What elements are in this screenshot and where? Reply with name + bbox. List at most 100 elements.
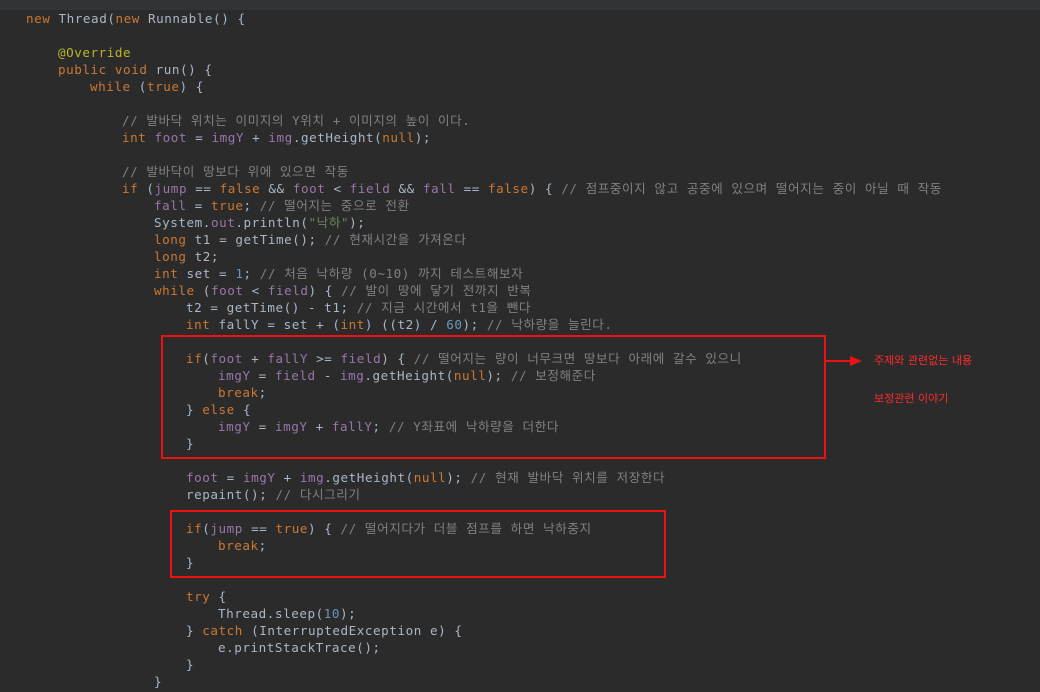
code-token: catch — [202, 623, 252, 638]
code-token: imgY — [242, 470, 276, 485]
code-token: } — [186, 623, 203, 638]
code-token: ( — [315, 606, 324, 621]
code-token: Runnable() { — [148, 11, 246, 26]
code-line[interactable]: new Thread(new Runnable() { — [26, 10, 246, 27]
code-token: out — [210, 215, 236, 230]
code-line[interactable]: System.out.println("낙하"); — [154, 214, 365, 231]
code-line[interactable]: public void run() { — [58, 61, 213, 78]
code-line[interactable]: } catch (InterruptedException e) { — [186, 622, 463, 639]
code-token: ); — [340, 606, 357, 621]
code-token: == — [187, 181, 220, 196]
code-line[interactable]: // 발바닥 위치는 이미지의 Y위치 + 이미지의 높이 이다. — [122, 112, 470, 129]
code-line[interactable]: if (jump == false && foot < field && fal… — [122, 180, 942, 197]
code-token: // 발이 땅에 닿기 전까지 반복 — [341, 283, 532, 298]
code-token: } — [154, 674, 163, 689]
code-token: long — [154, 232, 195, 247]
highlight-box-double-jump — [170, 510, 666, 578]
code-token: foot — [292, 181, 326, 196]
code-token: fallY = set + ( — [218, 317, 341, 332]
code-token: // 발바닥 위치는 이미지의 Y위치 + 이미지의 높이 이다. — [122, 113, 471, 128]
code-token: ( — [202, 283, 211, 298]
code-token: @Override — [58, 45, 132, 60]
code-token: t1 = getTime(); — [194, 232, 325, 247]
code-token: ); — [349, 215, 366, 230]
code-token: true — [146, 79, 180, 94]
code-token: int — [122, 130, 155, 145]
code-token: repaint(); — [186, 487, 276, 502]
code-token: = — [187, 130, 212, 145]
code-token: fall — [154, 198, 187, 213]
code-line[interactable]: while (foot < field) { // 발이 땅에 닿기 전까지 반… — [154, 282, 532, 299]
code-token: int — [154, 266, 187, 281]
code-token: // 다시그리기 — [275, 487, 361, 502]
code-line[interactable]: @Override — [58, 44, 131, 61]
code-line[interactable]: try { — [186, 588, 227, 605]
code-token: set = — [186, 266, 236, 281]
code-token: Thread( — [58, 11, 116, 26]
code-token: && — [390, 181, 423, 196]
code-line[interactable]: long t1 = getTime(); // 현재시간을 가져온다 — [154, 231, 467, 248]
code-line[interactable]: fall = true; // 떨어지는 중으로 전환 — [154, 197, 410, 214]
code-token: == — [455, 181, 489, 196]
code-line[interactable]: int foot = imgY + img.getHeight(null); — [122, 129, 431, 146]
code-token: // 처음 낙하량 (0~10) 까지 테스트해보자 — [259, 266, 524, 281]
annotation-arrow-icon — [826, 356, 862, 366]
code-token: // 발바닥이 땅보다 위에 있으면 작동 — [122, 164, 349, 179]
code-token: run() { — [155, 62, 213, 77]
code-token: int — [340, 317, 365, 332]
code-token: e.printStackTrace(); — [218, 640, 381, 655]
code-token: if — [122, 181, 147, 196]
code-token: new — [26, 11, 59, 26]
code-token: ; — [243, 266, 260, 281]
code-token: + — [244, 130, 269, 145]
code-token: .println( — [235, 215, 309, 230]
code-token: < — [243, 283, 268, 298]
code-token: long — [154, 249, 195, 264]
code-token: false — [488, 181, 529, 196]
code-token: field — [349, 181, 391, 196]
code-token: = — [186, 198, 211, 213]
code-token: ) { — [179, 79, 204, 94]
code-token: Thread. — [218, 606, 275, 621]
code-token: ( — [138, 79, 147, 94]
code-token: < — [325, 181, 350, 196]
code-token: // 현재 발바닥 위치를 저장한다 — [470, 470, 666, 485]
code-token: null — [382, 130, 415, 145]
code-token: ); — [462, 317, 487, 332]
code-line[interactable]: long t2; — [154, 248, 219, 265]
code-token: null — [413, 470, 447, 485]
code-line[interactable]: } — [154, 673, 162, 690]
code-token: foot — [154, 130, 188, 145]
code-token: int — [186, 317, 219, 332]
code-line[interactable]: Thread.sleep(10); — [218, 605, 356, 622]
code-token: // 떨어지는 중으로 전환 — [259, 198, 410, 213]
code-token: new — [115, 11, 148, 26]
code-token: && — [260, 181, 293, 196]
code-token: false — [219, 181, 261, 196]
code-token: ; — [243, 198, 260, 213]
code-token: t2; — [194, 249, 220, 264]
code-token: .getHeight( — [324, 470, 414, 485]
code-token: img — [299, 470, 325, 485]
code-line[interactable]: foot = imgY + img.getHeight(null); // 현재… — [186, 469, 665, 486]
code-token: // 지금 시간에서 t1을 뺀다 — [356, 300, 532, 315]
code-token: = — [218, 470, 243, 485]
code-token: while — [154, 283, 203, 298]
code-token: // 낙하량을 늘린다. — [486, 317, 613, 332]
code-token: jump — [154, 181, 188, 196]
code-line[interactable]: e.printStackTrace(); — [218, 639, 381, 656]
code-line[interactable]: int set = 1; // 처음 낙하량 (0~10) 까지 테스트해보자 — [154, 265, 523, 282]
code-line[interactable]: t2 = getTime() - t1; // 지금 시간에서 t1을 뺀다 — [186, 299, 531, 316]
code-token: field — [267, 283, 309, 298]
code-line[interactable]: } — [186, 656, 194, 673]
code-line[interactable]: int fallY = set + (int) ((t2) / 60); // … — [186, 316, 613, 333]
code-token: (InterruptedException e) { — [251, 623, 463, 638]
code-token: "낙하" — [308, 215, 350, 230]
code-token: 60 — [446, 317, 463, 332]
code-token: foot — [210, 283, 244, 298]
code-line[interactable]: while (true) { — [90, 78, 204, 95]
code-token: .getHeight( — [292, 130, 383, 145]
code-line[interactable]: repaint(); // 다시그리기 — [186, 486, 361, 503]
code-line[interactable]: // 발바닥이 땅보다 위에 있으면 작동 — [122, 163, 349, 180]
code-token: ) { — [528, 181, 562, 196]
